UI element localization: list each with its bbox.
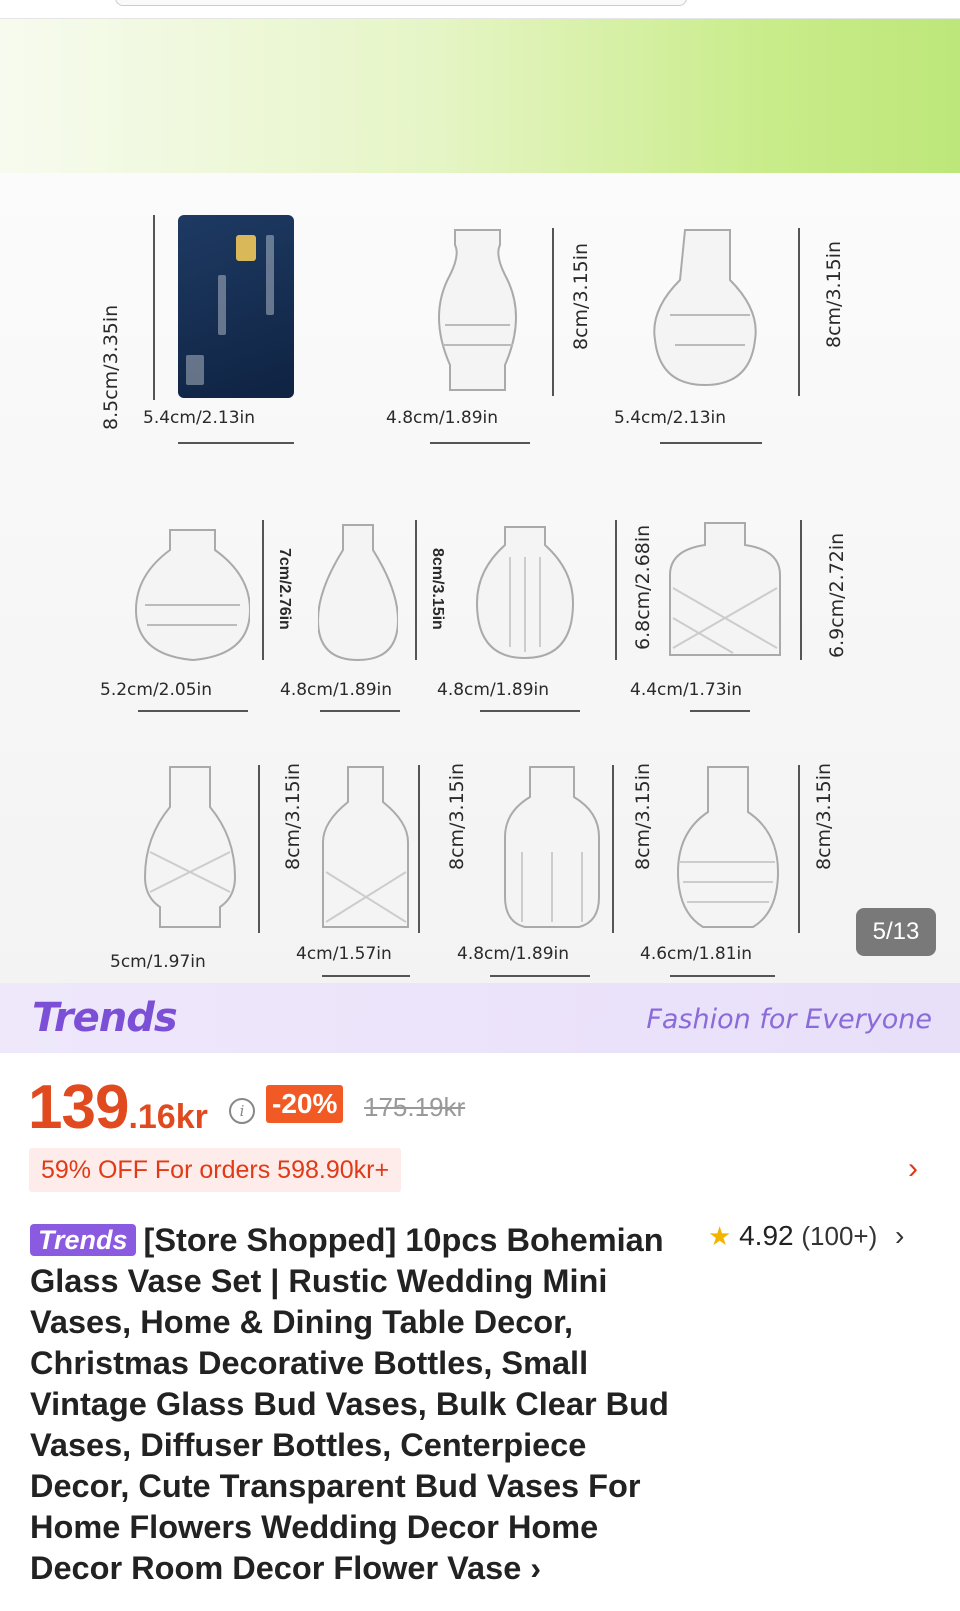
vase-image (318, 524, 398, 662)
rating-value: 4.92 (739, 1220, 794, 1251)
top-bar (0, 0, 960, 19)
vase-image (475, 526, 575, 660)
credit-card-reference (178, 215, 294, 398)
dim-card-height: 8.5cm/3.35in (100, 304, 122, 430)
vase-image (143, 766, 237, 928)
dim-width: 4.8cm/1.89in (280, 680, 393, 700)
chevron-right-icon[interactable]: › (908, 1152, 918, 1186)
trends-badge: Trends (30, 1224, 136, 1256)
banner-green (0, 19, 960, 173)
dim-height: 6.9cm/2.72in (826, 532, 848, 658)
dim-height: 8cm/3.15in (282, 762, 304, 870)
info-icon[interactable]: i (229, 1098, 255, 1124)
vase-image (438, 229, 517, 391)
vase-image (653, 229, 757, 387)
vase-image (669, 522, 781, 656)
dim-card-width: 5.4cm/2.13in (143, 408, 256, 428)
price-main: 139 (28, 1073, 129, 1142)
dim-width: 4.6cm/1.81in (640, 944, 753, 964)
dim-height: 8cm/3.15in (823, 240, 845, 348)
price: 139.16kr (28, 1072, 208, 1143)
dim-height: 8cm/3.15in (632, 762, 654, 870)
dim-width: 4.8cm/1.89in (457, 944, 570, 964)
card-chip (236, 235, 256, 261)
price-cents: .16kr (128, 1098, 208, 1136)
trends-tagline: Fashion for Everyone (646, 1004, 932, 1035)
dim-height: 8cm/3.15in (446, 762, 468, 870)
discount-badge: -20% (266, 1085, 344, 1123)
vase-image (676, 766, 780, 928)
promo-banner[interactable]: 59% OFF For orders 598.90kr+ (29, 1148, 402, 1192)
trends-logo: Trends (32, 995, 178, 1041)
dimension-line (153, 215, 155, 400)
dim-height: 8cm/3.15in (570, 242, 592, 350)
product-title: Trends [Store Shopped] 10pcs Bohemian Gla… (30, 1220, 670, 1589)
dim-width: 5cm/1.97in (110, 952, 206, 972)
star-icon: ★ (708, 1221, 732, 1251)
vase-image (504, 766, 600, 928)
original-price: 175.19kr (364, 1092, 466, 1122)
dim-width: 5.4cm/2.13in (614, 408, 727, 428)
search-bar-edge[interactable] (115, 0, 687, 6)
vase-image (135, 529, 250, 662)
rating-count: (100+) (801, 1221, 878, 1251)
chevron-right-icon[interactable]: › (895, 1220, 904, 1251)
dim-width: 4.4cm/1.73in (630, 680, 743, 700)
dim-height: 8cm/3.15in (813, 762, 835, 870)
vase-image (322, 766, 409, 928)
dim-width: 5.2cm/2.05in (100, 680, 213, 700)
dim-height: 8cm/3.15in (429, 548, 446, 630)
image-counter: 5/13 (856, 908, 936, 956)
dim-width: 4.8cm/1.89in (386, 408, 499, 428)
rating[interactable]: ★ 4.92 (100+) › (708, 1220, 904, 1252)
dim-width: 4cm/1.57in (296, 944, 392, 964)
product-title-text: [Store Shopped] 10pcs Bohemian Glass Vas… (30, 1222, 669, 1586)
dim-width: 4.8cm/1.89in (437, 680, 550, 700)
dim-height: 7cm/2.76in (276, 548, 293, 630)
dim-height: 6.8cm/2.68in (632, 524, 654, 650)
